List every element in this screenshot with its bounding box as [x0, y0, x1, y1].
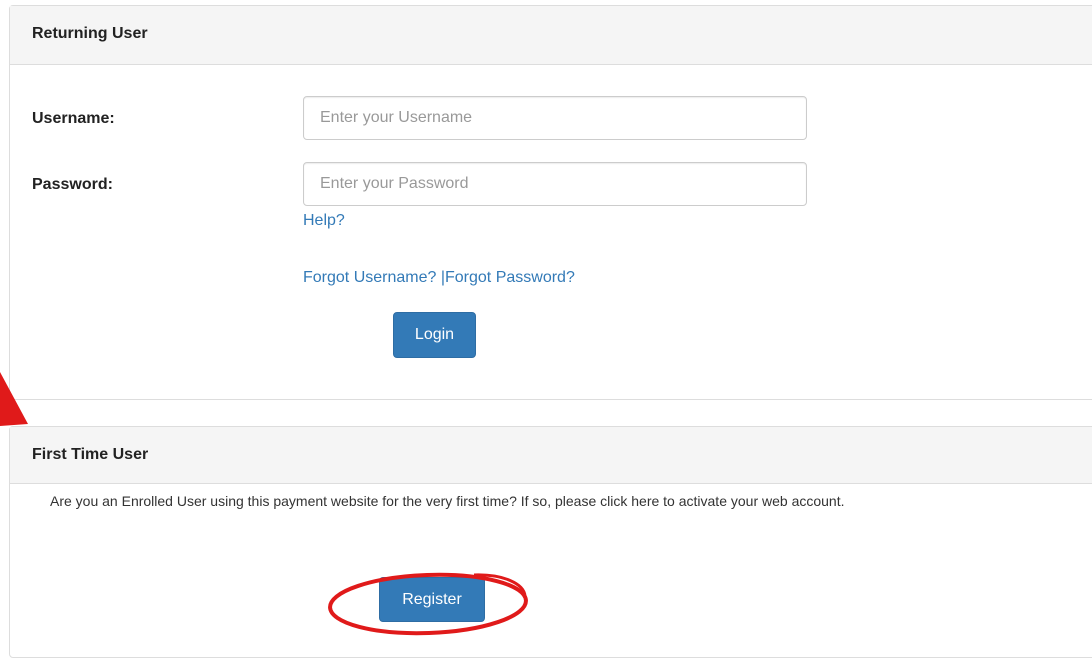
- username-input[interactable]: [303, 96, 807, 140]
- forgot-links: Forgot Username? |Forgot Password?: [303, 269, 575, 287]
- returning-user-heading: Returning User: [10, 6, 1092, 65]
- forgot-username-link[interactable]: Forgot Username?: [303, 269, 436, 286]
- forgot-password-link[interactable]: Forgot Password?: [445, 269, 575, 286]
- red-arrow-icon: [0, 372, 28, 426]
- password-label: Password:: [32, 176, 113, 193]
- first-time-user-panel: First Time User Are you an Enrolled User…: [9, 426, 1092, 658]
- username-label: Username:: [32, 110, 115, 127]
- red-circle-highlight-icon: [328, 572, 528, 636]
- help-link[interactable]: Help?: [303, 212, 345, 230]
- login-button[interactable]: Login: [393, 312, 476, 358]
- first-time-user-heading: First Time User: [10, 427, 1092, 484]
- password-input[interactable]: [303, 162, 807, 206]
- returning-user-panel: Returning User Username: Password: Help?…: [9, 5, 1092, 400]
- first-time-info-text: Are you an Enrolled User using this paym…: [50, 493, 845, 509]
